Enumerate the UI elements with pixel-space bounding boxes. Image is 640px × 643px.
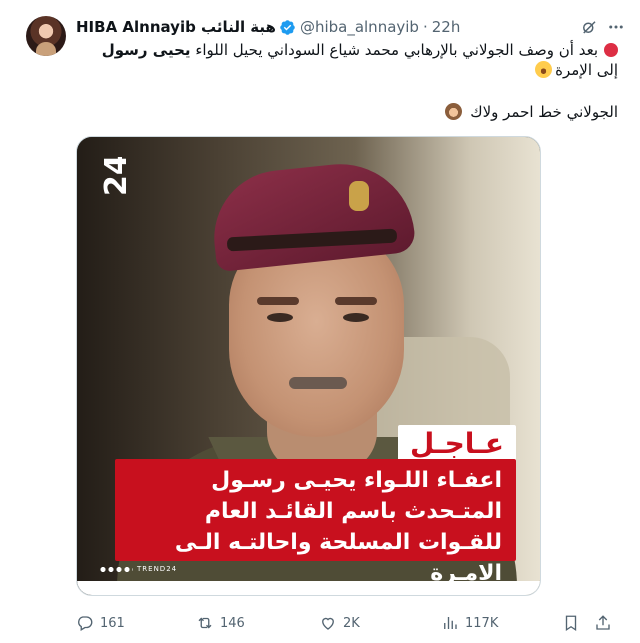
social-icons xyxy=(99,565,133,573)
share-icon xyxy=(596,615,610,630)
grok-icon[interactable] xyxy=(580,18,598,36)
tweet-text-line2: الجولاني خط احمر ولاك xyxy=(76,102,618,122)
eye-right xyxy=(343,313,369,322)
repost-count: 146 xyxy=(220,615,245,631)
beret-badge-icon xyxy=(349,181,369,211)
news-headline: اعفـاء اللـواء يحيـى رسـول المتـحدث باسم… xyxy=(115,459,516,586)
like-icon xyxy=(322,617,334,630)
more-icon[interactable] xyxy=(606,18,626,36)
mustache-shape xyxy=(289,377,347,389)
bookmark-button[interactable] xyxy=(562,612,580,634)
action-bar: 161 146 2K 117K xyxy=(76,612,616,634)
red-circle-emoji xyxy=(604,43,618,57)
views-button[interactable]: 117K xyxy=(441,612,498,634)
laughing-emoji xyxy=(535,61,553,78)
tweet-text: بعد أن وصف الجولاني بالإرهابي محمد شياع … xyxy=(76,40,618,80)
tweet[interactable]: HIBA Alnnayib هبة النائب @hiba_alnnayib … xyxy=(0,0,640,643)
views-icon xyxy=(444,617,457,629)
reply-icon xyxy=(78,616,93,631)
share-button[interactable] xyxy=(594,612,612,634)
separator-dot: · xyxy=(422,18,428,36)
svg-text:24: 24 xyxy=(99,157,131,196)
verified-icon xyxy=(280,19,295,35)
tweet-header: HIBA Alnnayib هبة النائب @hiba_alnnayib … xyxy=(76,16,620,38)
brow-right xyxy=(335,297,377,305)
tweet-text-part1: بعد أن وصف الجولاني بالإرهابي محمد شياع … xyxy=(195,41,598,59)
display-name[interactable]: HIBA Alnnayib هبة النائب xyxy=(76,18,276,36)
watermark-text: TREND24 xyxy=(137,565,178,573)
tweet-media-image[interactable]: 24 عـاجـل اعفـاء اللـواء يحيـى رسـول الم… xyxy=(76,136,541,596)
channel-24-logo: 24 xyxy=(99,157,131,196)
handle[interactable]: @hiba_alnnayib xyxy=(300,18,419,36)
reply-count: 161 xyxy=(100,615,125,631)
bookmark-icon xyxy=(565,615,577,632)
tweet-text-part2: إلى الإمرة xyxy=(555,61,618,79)
views-count: 117K xyxy=(465,615,499,631)
reply-button[interactable]: 161 xyxy=(76,612,125,634)
eye-left xyxy=(267,313,293,322)
watermark: TREND24 xyxy=(99,565,177,573)
tweet-text-line2-content: الجولاني خط احمر ولاك xyxy=(470,103,618,121)
repost-button[interactable]: 146 xyxy=(196,612,245,634)
like-button[interactable]: 2K xyxy=(319,612,360,634)
timestamp[interactable]: 22h xyxy=(432,18,461,36)
like-count: 2K xyxy=(343,615,360,631)
brow-left xyxy=(257,297,299,305)
repost-icon xyxy=(198,617,212,629)
see-no-evil-monkey-emoji xyxy=(445,103,463,120)
image-bottom-bar xyxy=(77,581,540,595)
avatar[interactable] xyxy=(26,16,66,56)
tweet-text-bold: يحيى رسول xyxy=(101,41,191,59)
